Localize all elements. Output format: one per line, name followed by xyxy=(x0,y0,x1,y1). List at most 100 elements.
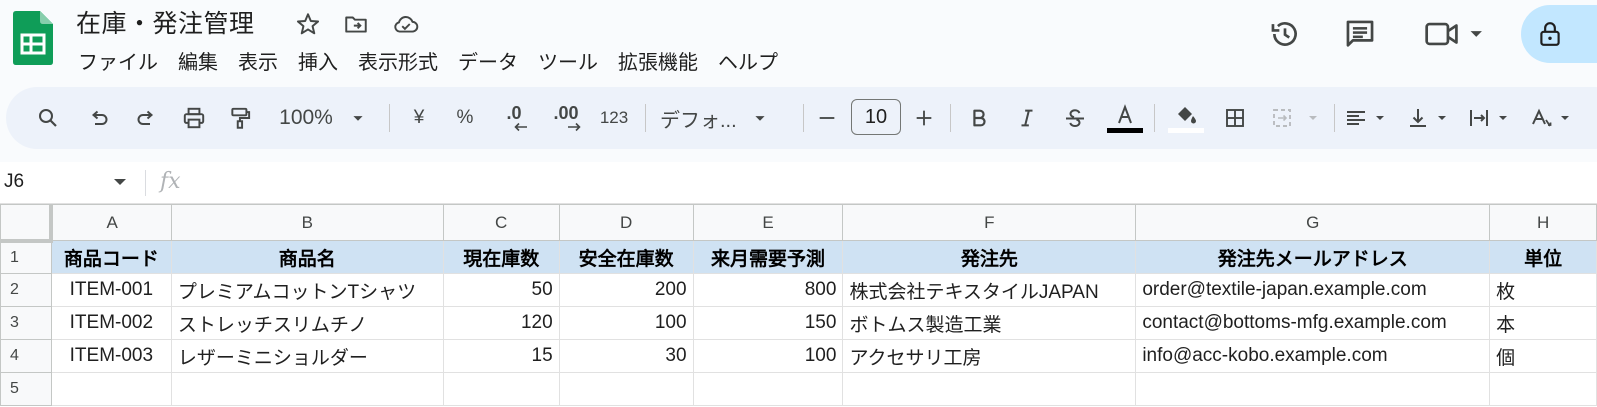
cell[interactable]: 100 xyxy=(692,339,844,373)
cell[interactable]: order@textile-japan.example.com xyxy=(1135,273,1491,307)
cell[interactable]: 枚 xyxy=(1489,273,1597,307)
search-menus-icon[interactable] xyxy=(32,100,64,136)
header-cell[interactable]: 商品名 xyxy=(170,240,444,274)
decrease-font-size-icon[interactable] xyxy=(812,100,842,136)
menu-view[interactable]: 表示 xyxy=(228,44,288,77)
header-cell[interactable]: 現在庫数 xyxy=(442,240,560,274)
cell[interactable]: info@acc-kobo.example.com xyxy=(1135,339,1491,373)
cloud-saved-icon[interactable] xyxy=(391,9,421,39)
cell[interactable]: 15 xyxy=(442,339,560,373)
font-size-input[interactable]: 10 xyxy=(851,99,901,135)
row-header[interactable]: 4 xyxy=(0,339,52,373)
text-rotation-icon[interactable] xyxy=(1528,100,1578,136)
strikethrough-icon[interactable] xyxy=(1060,100,1090,136)
cell[interactable]: アクセサリ工房 xyxy=(842,339,1137,373)
meet-video-icon[interactable] xyxy=(1420,12,1490,56)
menu-tools[interactable]: ツール xyxy=(528,44,608,77)
column-header-f[interactable]: F xyxy=(842,204,1137,241)
star-icon[interactable] xyxy=(293,9,323,39)
menu-file[interactable]: ファイル xyxy=(68,44,168,77)
header-cell[interactable]: 発注先メールアドレス xyxy=(1135,240,1491,274)
cell[interactable]: 株式会社テキスタイルJAPAN xyxy=(842,273,1137,307)
menu-help[interactable]: ヘルプ xyxy=(708,44,788,77)
menu-insert[interactable]: 挿入 xyxy=(288,44,348,77)
sheets-logo-icon[interactable] xyxy=(13,11,53,65)
italic-icon[interactable] xyxy=(1012,100,1042,136)
redo-icon[interactable] xyxy=(130,100,162,136)
cell[interactable]: 100 xyxy=(558,306,694,340)
column-header-d[interactable]: D xyxy=(558,204,694,241)
cell[interactable]: contact@bottoms-mfg.example.com xyxy=(1135,306,1491,340)
menu-data[interactable]: データ xyxy=(448,44,528,77)
column-header-e[interactable]: E xyxy=(692,204,844,241)
select-all-corner[interactable] xyxy=(0,204,54,243)
caret-down-icon[interactable] xyxy=(113,177,127,187)
decrease-decimal-button[interactable]: .0 xyxy=(496,100,532,136)
vertical-align-icon[interactable] xyxy=(1405,100,1455,136)
cell[interactable]: ITEM-001 xyxy=(50,273,172,307)
move-folder-icon[interactable] xyxy=(341,9,371,39)
row-header[interactable]: 1 xyxy=(0,240,52,274)
share-button[interactable] xyxy=(1521,5,1597,63)
document-title[interactable]: 在庫・発注管理 xyxy=(76,4,255,40)
name-box[interactable]: J6 xyxy=(4,171,24,193)
header-cell[interactable]: 来月需要予測 xyxy=(692,240,844,274)
zoom-select[interactable]: 100% xyxy=(274,100,374,136)
merge-cells-icon[interactable] xyxy=(1268,100,1324,136)
column-header-c[interactable]: C xyxy=(442,204,560,241)
cell[interactable] xyxy=(558,372,694,406)
cell[interactable] xyxy=(1489,372,1597,406)
column-header-b[interactable]: B xyxy=(170,204,444,241)
cell[interactable]: 150 xyxy=(692,306,844,340)
menu-extensions[interactable]: 拡張機能 xyxy=(608,44,708,77)
cell[interactable]: ITEM-003 xyxy=(50,339,172,373)
cell[interactable]: プレミアムコットンTシャツ xyxy=(170,273,444,307)
menu-edit[interactable]: 編集 xyxy=(168,44,228,77)
increase-font-size-icon[interactable] xyxy=(909,100,939,136)
currency-format-button[interactable]: ¥ xyxy=(404,100,434,136)
header-cell[interactable]: 商品コード xyxy=(50,240,172,274)
cell[interactable]: 120 xyxy=(442,306,560,340)
cell[interactable]: レザーミニショルダー xyxy=(170,339,444,373)
column-header-h[interactable]: H xyxy=(1489,204,1597,241)
cell[interactable]: ボトムス製造工業 xyxy=(842,306,1137,340)
comments-icon[interactable] xyxy=(1338,12,1382,56)
row-header[interactable]: 5 xyxy=(0,372,52,406)
menu-format[interactable]: 表示形式 xyxy=(348,44,448,77)
cell[interactable]: 800 xyxy=(692,273,844,307)
fill-color-icon[interactable] xyxy=(1166,100,1206,136)
cell[interactable] xyxy=(1135,372,1491,406)
version-history-icon[interactable] xyxy=(1263,12,1307,56)
cell[interactable]: 50 xyxy=(442,273,560,307)
text-color-icon[interactable] xyxy=(1105,100,1145,136)
cell[interactable]: 本 xyxy=(1489,306,1597,340)
cell[interactable] xyxy=(170,372,444,406)
row-header[interactable]: 3 xyxy=(0,306,52,340)
increase-decimal-button[interactable]: .00 xyxy=(546,100,586,136)
font-family-select[interactable]: デフォ... xyxy=(660,100,790,136)
cell[interactable] xyxy=(692,372,844,406)
header-cell[interactable]: 単位 xyxy=(1489,240,1597,274)
header-cell[interactable]: 安全在庫数 xyxy=(558,240,694,274)
paint-format-icon[interactable] xyxy=(225,100,257,136)
column-header-a[interactable]: A xyxy=(50,204,172,241)
cell[interactable]: 個 xyxy=(1489,339,1597,373)
more-formats-button[interactable]: 123 xyxy=(596,100,632,136)
percent-format-button[interactable]: % xyxy=(450,100,480,136)
cell[interactable]: 30 xyxy=(558,339,694,373)
horizontal-align-icon[interactable] xyxy=(1343,100,1393,136)
cell[interactable]: 200 xyxy=(558,273,694,307)
cell[interactable] xyxy=(842,372,1137,406)
row-header[interactable]: 2 xyxy=(0,273,52,307)
header-cell[interactable]: 発注先 xyxy=(842,240,1137,274)
cell[interactable]: ITEM-002 xyxy=(50,306,172,340)
bold-icon[interactable] xyxy=(964,100,994,136)
cell[interactable]: ストレッチスリムチノ xyxy=(170,306,444,340)
borders-icon[interactable] xyxy=(1219,100,1251,136)
column-header-g[interactable]: G xyxy=(1135,204,1491,241)
cell[interactable] xyxy=(442,372,560,406)
print-icon[interactable] xyxy=(178,100,210,136)
cell[interactable] xyxy=(50,372,172,406)
undo-icon[interactable] xyxy=(83,100,115,136)
text-wrapping-icon[interactable] xyxy=(1466,100,1516,136)
